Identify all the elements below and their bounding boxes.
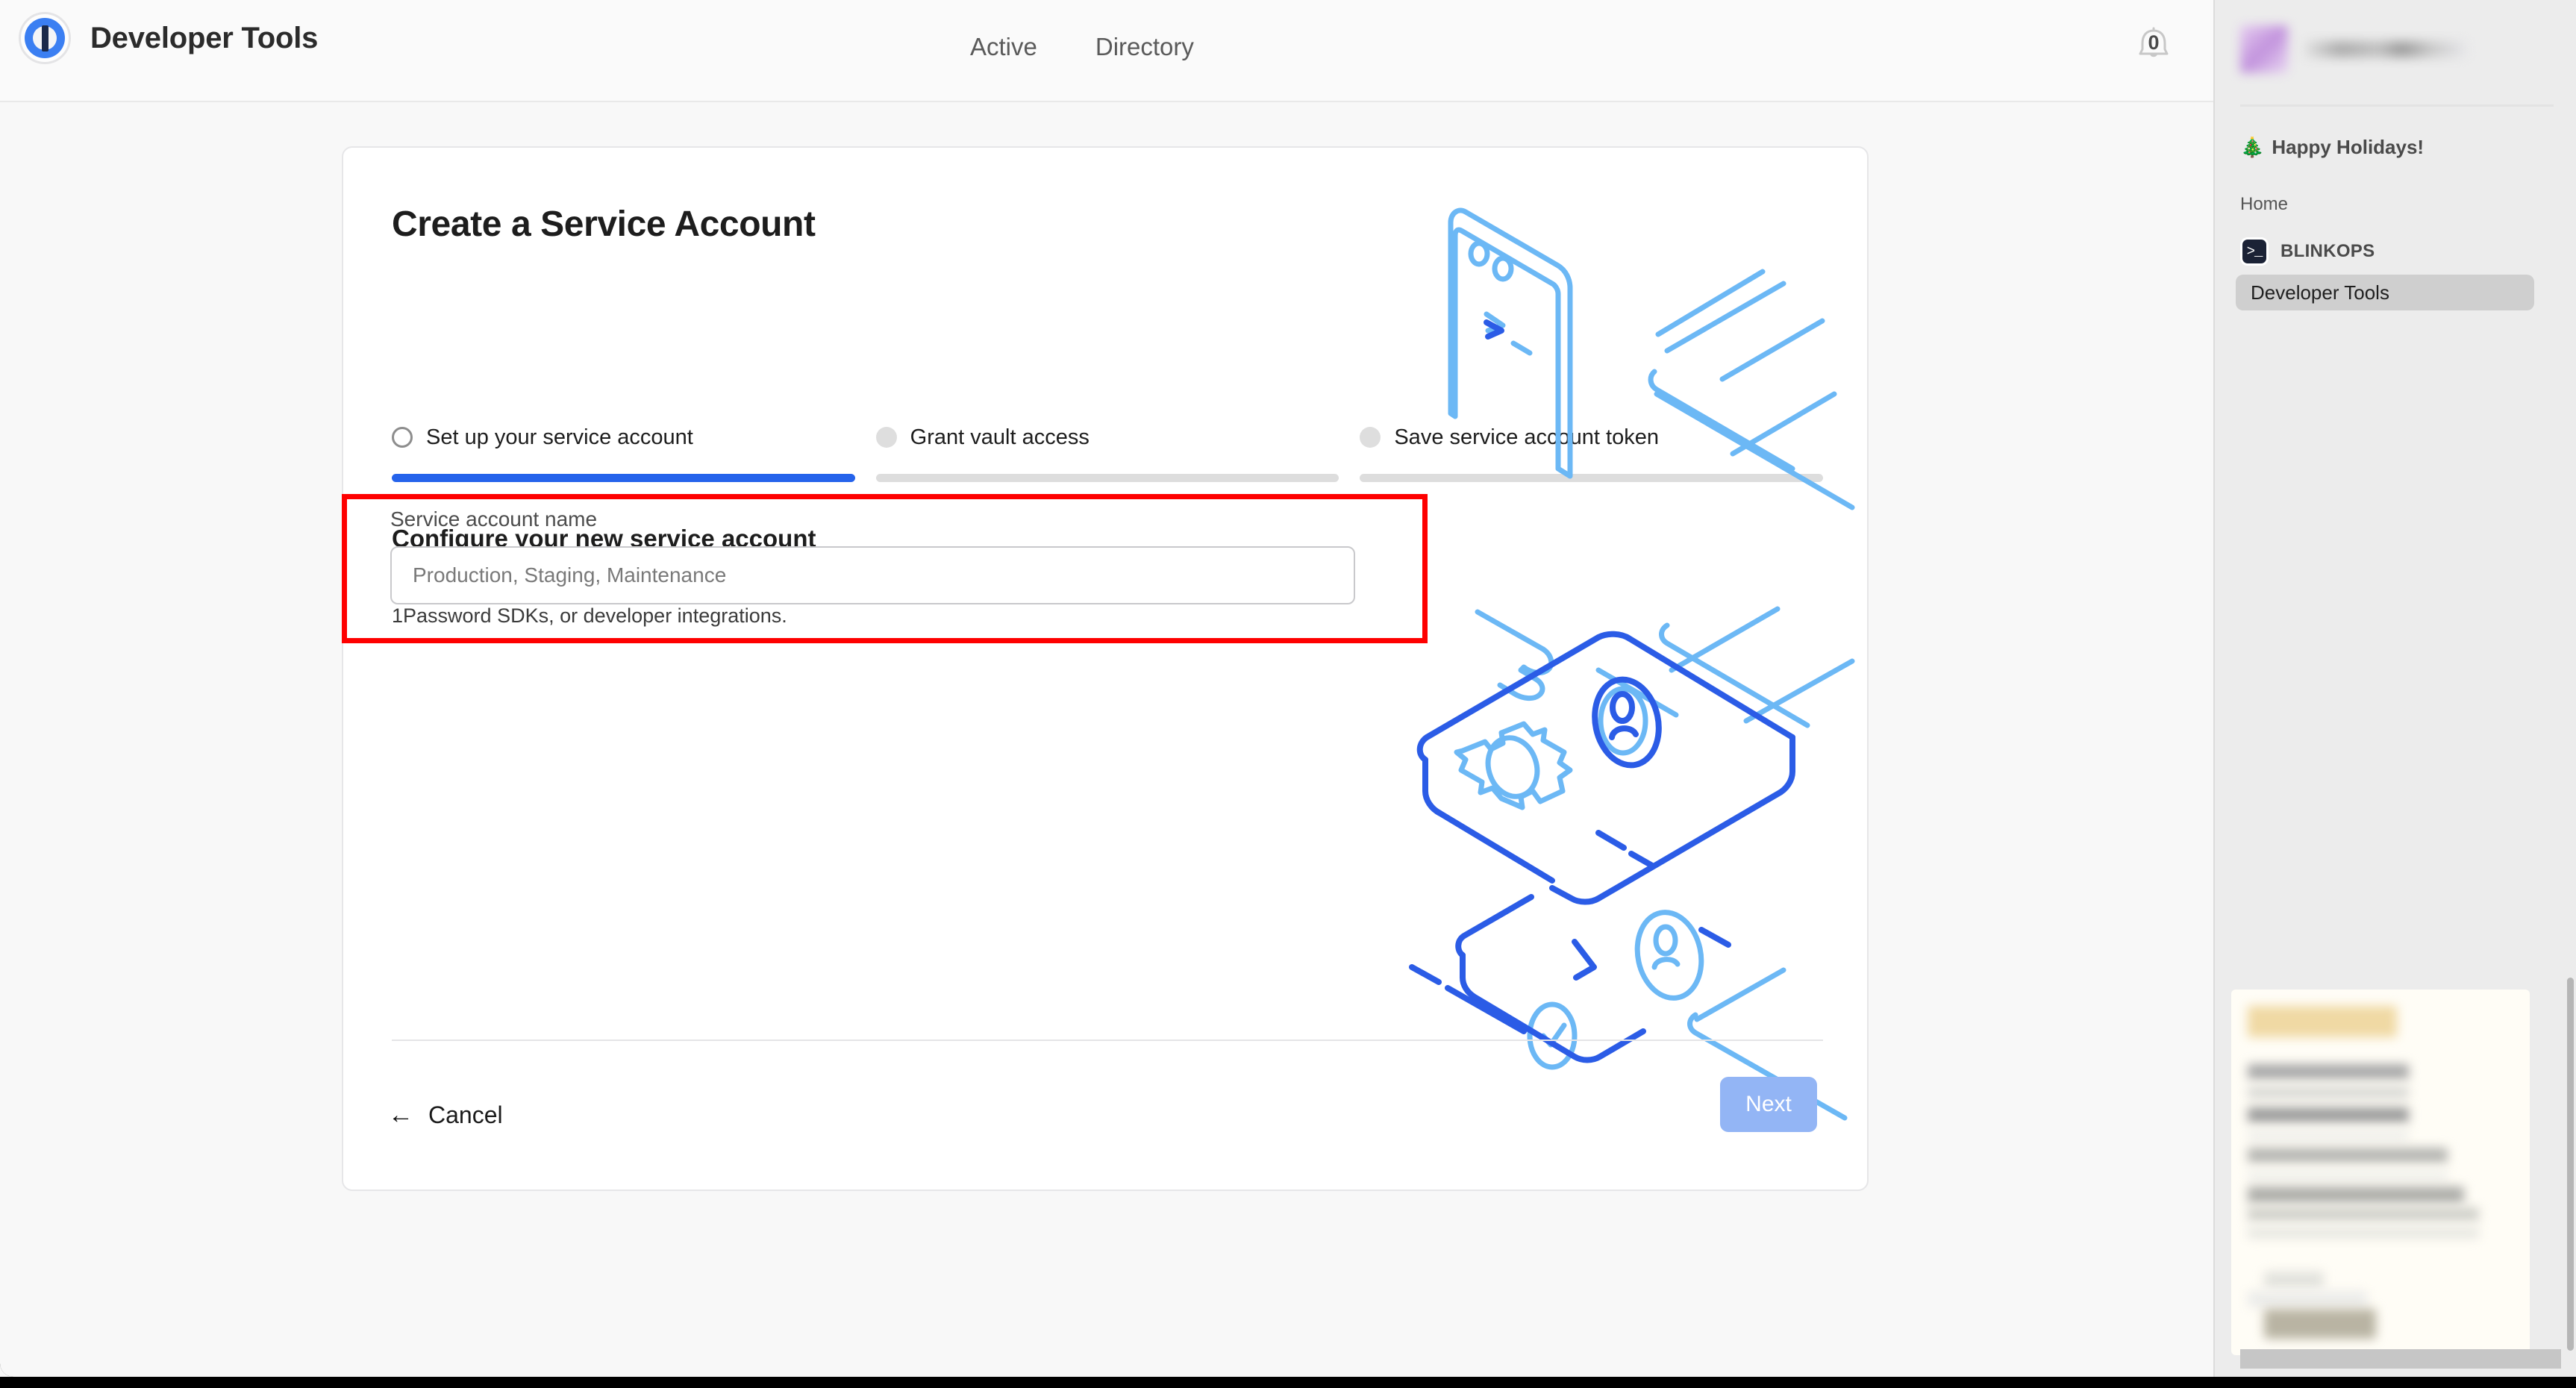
service-account-name-label: Service account name bbox=[390, 507, 597, 531]
skeleton-line bbox=[2264, 1272, 2324, 1288]
isometric-developer-tools-illustration bbox=[1375, 148, 1867, 1191]
illustration-svg bbox=[1375, 148, 1867, 1191]
page-title: Developer Tools bbox=[90, 22, 318, 55]
input-placeholder: Production, Staging, Maintenance bbox=[413, 563, 726, 587]
app-viewport: Developer Tools Active Directory 0 Creat… bbox=[0, 0, 2213, 1377]
skeleton-line bbox=[2248, 1170, 2448, 1181]
brand-block: Developer Tools bbox=[19, 12, 318, 64]
1password-logo-icon bbox=[19, 12, 71, 64]
sidebar-item-developer-tools[interactable]: Developer Tools bbox=[2236, 275, 2534, 310]
skeleton-line bbox=[2248, 1006, 2397, 1037]
screenshot-root: Developer Tools Active Directory 0 Creat… bbox=[0, 0, 2576, 1388]
skeleton-line bbox=[2248, 1130, 2409, 1140]
step-dot-idle-icon bbox=[1360, 427, 1381, 448]
step-label: Grant vault access bbox=[910, 425, 1090, 450]
arrow-left-icon: ← bbox=[388, 1102, 413, 1128]
viewport-bottom-corner bbox=[0, 1357, 60, 1377]
step-grant-vault-access[interactable]: Grant vault access bbox=[876, 422, 1339, 482]
skeleton-line bbox=[2248, 1207, 2479, 1221]
top-navigation-bar: Developer Tools Active Directory 0 bbox=[0, 0, 2213, 102]
create-service-account-card: Create a Service Account Set up your ser… bbox=[342, 146, 1869, 1191]
skeleton-line bbox=[2264, 1309, 2376, 1339]
next-button[interactable]: Next bbox=[1720, 1077, 1817, 1132]
skeleton-line bbox=[2248, 1148, 2448, 1163]
notification-count: 0 bbox=[2130, 31, 2177, 54]
step-label: Set up your service account bbox=[426, 425, 693, 450]
tab-directory[interactable]: Directory bbox=[1095, 33, 1194, 61]
step-progress-bar bbox=[392, 474, 855, 482]
card-title: Create a Service Account bbox=[392, 204, 816, 245]
skeleton-line bbox=[2248, 1187, 2464, 1203]
terminal-icon: >_ bbox=[2240, 237, 2269, 266]
tab-active[interactable]: Active bbox=[970, 33, 1037, 61]
skeleton-line bbox=[2248, 1064, 2409, 1079]
sidebar-divider bbox=[2240, 104, 2554, 107]
account-name-redacted bbox=[2304, 41, 2467, 57]
footer-divider bbox=[392, 1040, 1823, 1041]
avatar bbox=[2240, 25, 2288, 73]
sidebar-org-label: BLINKOPS bbox=[2280, 241, 2375, 262]
step-save-token[interactable]: Save service account token bbox=[1360, 422, 1823, 482]
step-setup[interactable]: Set up your service account bbox=[392, 422, 855, 482]
sidebar-item-label: Developer Tools bbox=[2251, 281, 2389, 304]
sidebar-scrollbar-thumb[interactable] bbox=[2567, 978, 2574, 1351]
blurred-preview-card[interactable] bbox=[2231, 990, 2530, 1355]
skeleton-line bbox=[2248, 1227, 2479, 1239]
right-sidebar: 🎄 Happy Holidays! Home >_ BLINKOPS Devel… bbox=[2213, 0, 2576, 1377]
cancel-button[interactable]: ← Cancel bbox=[388, 1092, 503, 1138]
sidebar-bottom-bar bbox=[2240, 1349, 2561, 1369]
sidebar-item-org[interactable]: >_ BLINKOPS bbox=[2240, 237, 2375, 266]
step-label: Save service account token bbox=[1394, 425, 1659, 450]
step-dot-active-icon bbox=[392, 427, 413, 448]
wizard-stepper: Set up your service account Grant vault … bbox=[392, 422, 1823, 482]
service-account-name-input[interactable]: Production, Staging, Maintenance bbox=[390, 546, 1355, 604]
skeleton-line bbox=[2248, 1291, 2367, 1307]
skeleton-line bbox=[2248, 1087, 2409, 1098]
christmas-tree-icon: 🎄 bbox=[2240, 136, 2264, 159]
sidebar-item-home[interactable]: Home bbox=[2240, 194, 2288, 215]
step-progress-bar bbox=[876, 474, 1339, 482]
greeting-text: Happy Holidays! bbox=[2272, 136, 2424, 159]
window-bottom-edge bbox=[0, 1377, 2576, 1388]
step-dot-idle-icon bbox=[876, 427, 897, 448]
nav-tabs: Active Directory bbox=[970, 33, 1194, 61]
step-progress-bar bbox=[1360, 474, 1823, 482]
skeleton-line bbox=[2248, 1107, 2409, 1122]
sidebar-profile[interactable] bbox=[2240, 25, 2467, 73]
cancel-button-label: Cancel bbox=[428, 1101, 503, 1129]
notifications-button[interactable]: 0 bbox=[2130, 21, 2177, 67]
greeting: 🎄 Happy Holidays! bbox=[2240, 136, 2424, 159]
